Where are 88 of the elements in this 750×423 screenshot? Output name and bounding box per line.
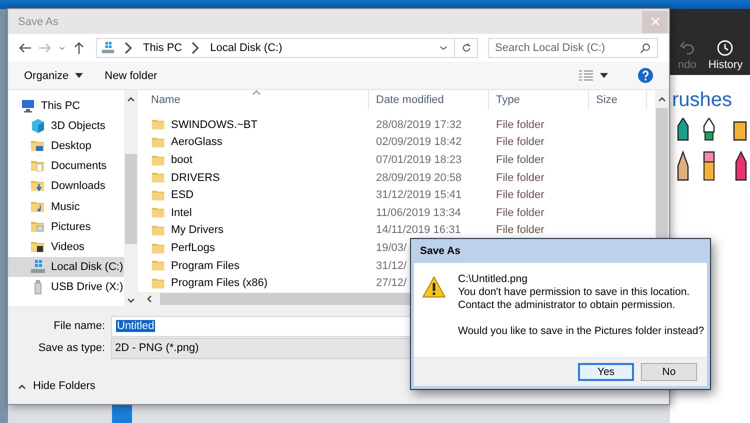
dialog-button[interactable]: No: [641, 363, 697, 381]
scroll-left-icon[interactable]: [146, 295, 152, 303]
column-header[interactable]: Size: [589, 90, 647, 110]
caret-icon: [74, 73, 83, 78]
close-icon: [650, 17, 660, 26]
navigation-item[interactable]: Videos: [8, 236, 124, 257]
navigation-item[interactable]: Downloads: [8, 176, 124, 196]
address-bar[interactable]: This PC Local Disk (C:): [96, 38, 478, 58]
date-cell-text: 31/12/2019 15:41: [375, 189, 463, 202]
drive-icon: [30, 258, 46, 275]
type-cell-text: File folder: [495, 118, 546, 131]
details-view-icon: [578, 70, 594, 82]
scrollbar-thumb[interactable]: [656, 108, 668, 238]
type-cell-text: File folder: [495, 224, 546, 236]
help-icon[interactable]: [638, 68, 653, 83]
date-cell-text: 14/11/2019 16:31: [375, 224, 462, 236]
scroll-up-icon[interactable]: [658, 96, 666, 102]
date-cell-text: 27/12/: [375, 277, 407, 290]
file-name-cell[interactable]: SWINDOWS.~BT: [144, 117, 369, 132]
column-header[interactable]: Type: [489, 90, 589, 110]
cube-icon: [30, 118, 46, 134]
up-arrow-icon: [72, 41, 86, 55]
file-name-cell[interactable]: My Drivers: [144, 222, 369, 238]
undo-icon: [678, 39, 696, 57]
breadcrumb[interactable]: Local Disk (C:): [210, 42, 282, 54]
file-name-cell[interactable]: Program Files: [144, 258, 369, 274]
navigation-item[interactable]: Pictures: [8, 216, 124, 237]
date-cell-text: 02/09/2019 18:42: [375, 136, 463, 148]
file-name-cell[interactable]: PerfLogs: [144, 240, 369, 256]
back-arrow-icon: [18, 41, 32, 55]
field-label: File name:: [52, 320, 106, 332]
navigation-item[interactable]: This PC: [8, 96, 124, 116]
computer-icon: [20, 98, 36, 114]
column-header[interactable]: Name: [144, 90, 369, 110]
background-window-edge: [112, 405, 132, 423]
up-button[interactable]: [72, 41, 86, 55]
new-folder-button[interactable]: New folder: [104, 70, 158, 82]
date-cell-text: 28/09/2019 20:58: [375, 172, 463, 184]
navigation-item[interactable]: Documents: [8, 156, 124, 176]
history-tool-button[interactable]: History: [708, 39, 743, 71]
dialog-title: Save As: [419, 244, 462, 259]
view-options-button[interactable]: [578, 70, 608, 82]
chevron-up-icon: [18, 384, 26, 388]
caret-icon: [600, 73, 608, 78]
type-cell-text: File folder: [495, 172, 546, 184]
type-cell-text: File folder: [495, 154, 546, 166]
file-name-cell[interactable]: boot: [144, 152, 369, 168]
file-name-cell[interactable]: Intel: [144, 205, 369, 220]
search-field[interactable]: Search Local Disk (C:): [488, 38, 658, 58]
dialog-button[interactable]: Yes: [578, 363, 634, 381]
file-name-cell[interactable]: ESD: [144, 188, 369, 203]
date-cell-text: 19/03/: [375, 242, 407, 254]
message-text: C:\Untitled.png: [458, 273, 528, 286]
scrollbar-thumb[interactable]: [125, 154, 137, 244]
window-title: Save As: [18, 16, 58, 28]
forward-arrow-icon: [38, 41, 52, 55]
column-header[interactable]: Date modified: [369, 90, 489, 110]
organize-menu-button[interactable]: Organize: [24, 70, 83, 82]
navigation-item[interactable]: 3D Objects: [8, 116, 124, 136]
file-name-cell[interactable]: AeroGlass: [144, 134, 369, 150]
section-heading: rushes: [671, 88, 732, 113]
search-icon: [640, 41, 651, 55]
date-cell-text: 28/08/2019 17:32: [375, 118, 463, 131]
warning-icon: [422, 276, 446, 298]
type-cell-text: File folder: [495, 136, 546, 148]
clock-icon: [716, 39, 734, 57]
file-name-cell[interactable]: DRIVERS: [144, 170, 369, 186]
breadcrumb[interactable]: This PC: [143, 42, 182, 54]
date-cell-text: 11/06/2019 13:34: [375, 206, 462, 219]
type-cell-text: File folder: [495, 206, 546, 219]
navigation-item[interactable]: Desktop: [8, 136, 124, 156]
scrollbar[interactable]: [124, 90, 138, 306]
hide-folders-button[interactable]: Hide Folders: [18, 380, 96, 392]
drive-icon: [101, 41, 115, 55]
message-text: You don't have permission to save in this location.: [458, 286, 690, 299]
navigation-item[interactable]: Local Disk (C:): [8, 256, 124, 277]
date-cell-text: 31/12/: [375, 260, 407, 272]
date-cell-text: 07/01/2019 18:23: [375, 154, 463, 166]
documents-folder-icon: [30, 158, 46, 174]
navigation-item[interactable]: USB Drive (X:): [8, 276, 124, 297]
scroll-down-icon[interactable]: [127, 298, 135, 304]
file-name-cell[interactable]: Program Files (x86): [144, 276, 369, 291]
message-text: Contact the administrator to obtain permission.: [458, 299, 676, 312]
scroll-up-icon[interactable]: [127, 96, 135, 102]
back-button[interactable]: [18, 41, 32, 55]
navigation-item[interactable]: Music: [8, 196, 124, 217]
field-label: Save as type:: [37, 342, 106, 354]
type-cell-text: File folder: [495, 189, 546, 202]
